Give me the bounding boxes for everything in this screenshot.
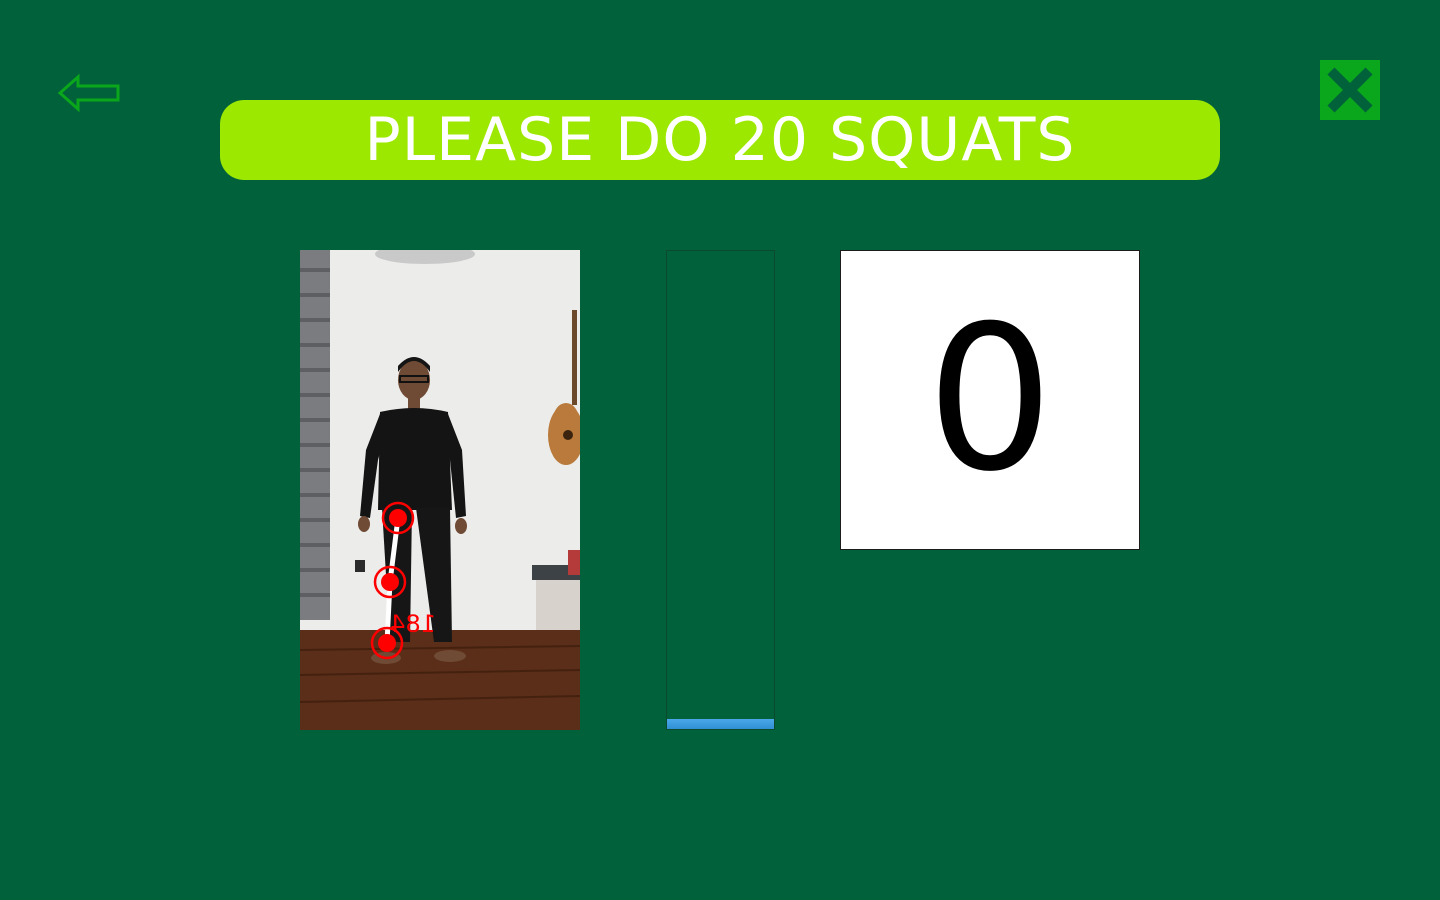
squat-progress-fill [667, 719, 774, 729]
close-x-icon [1327, 67, 1373, 113]
back-arrow-icon [57, 73, 120, 113]
instruction-title: PLEASE DO 20 SQUATS [364, 105, 1076, 175]
squat-progress-bar [666, 250, 775, 730]
camera-feed-image: 184 [300, 250, 580, 730]
knee-angle-label: 184 [390, 610, 436, 638]
close-button[interactable] [1320, 60, 1380, 120]
instruction-banner: PLEASE DO 20 SQUATS [220, 100, 1220, 180]
rep-counter: 0 [840, 250, 1140, 550]
rep-count-value: 0 [926, 283, 1054, 516]
camera-feed: 184 [300, 250, 580, 730]
back-button[interactable] [56, 70, 124, 116]
squat-exercise-screen: PLEASE DO 20 SQUATS 184 0 [0, 0, 1440, 900]
